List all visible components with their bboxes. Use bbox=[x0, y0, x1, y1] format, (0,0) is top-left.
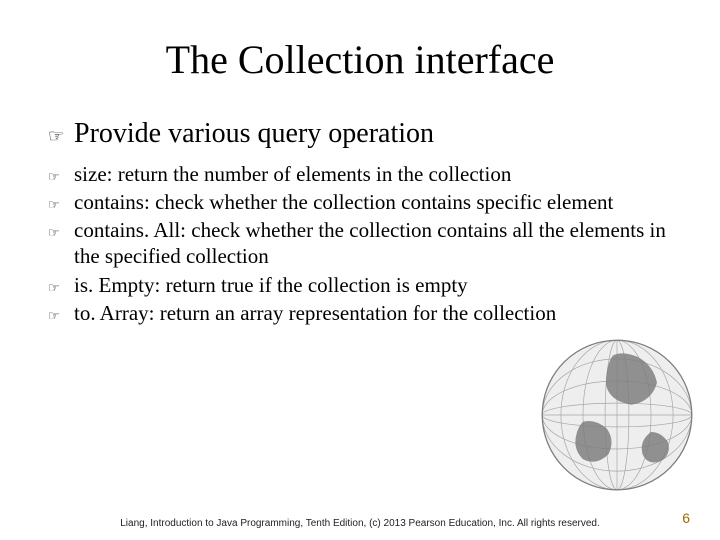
list-item: ☞ contains: check whether the collection… bbox=[48, 189, 672, 215]
pointing-hand-icon: ☞ bbox=[48, 275, 74, 297]
pointing-hand-icon: ☞ bbox=[48, 164, 74, 186]
main-bullet: ☞ Provide various query operation bbox=[48, 117, 672, 151]
pointing-hand-icon: ☞ bbox=[48, 220, 74, 242]
sub-bullet-list: ☞ size: return the number of elements in… bbox=[48, 161, 672, 327]
main-bullet-text: Provide various query operation bbox=[74, 117, 434, 151]
list-item: ☞ is. Empty: return true if the collecti… bbox=[48, 272, 672, 298]
pointing-hand-icon: ☞ bbox=[48, 120, 74, 148]
list-item: ☞ size: return the number of elements in… bbox=[48, 161, 672, 187]
sub-bullet-text: contains: check whether the collection c… bbox=[74, 189, 613, 215]
list-item: ☞ to. Array: return an array representat… bbox=[48, 300, 672, 326]
page-number: 6 bbox=[682, 510, 690, 526]
slide-title: The Collection interface bbox=[48, 36, 672, 83]
list-item: ☞ contains. All: check whether the colle… bbox=[48, 217, 672, 270]
footer-copyright: Liang, Introduction to Java Programming,… bbox=[0, 518, 720, 530]
slide: The Collection interface ☞ Provide vario… bbox=[0, 0, 720, 540]
pointing-hand-icon: ☞ bbox=[48, 303, 74, 325]
sub-bullet-text: is. Empty: return true if the collection… bbox=[74, 272, 468, 298]
pointing-hand-icon: ☞ bbox=[48, 192, 74, 214]
sub-bullet-text: size: return the number of elements in t… bbox=[74, 161, 511, 187]
sub-bullet-text: contains. All: check whether the collect… bbox=[74, 217, 672, 270]
globe-graphic bbox=[532, 330, 702, 500]
sub-bullet-text: to. Array: return an array representatio… bbox=[74, 300, 556, 326]
